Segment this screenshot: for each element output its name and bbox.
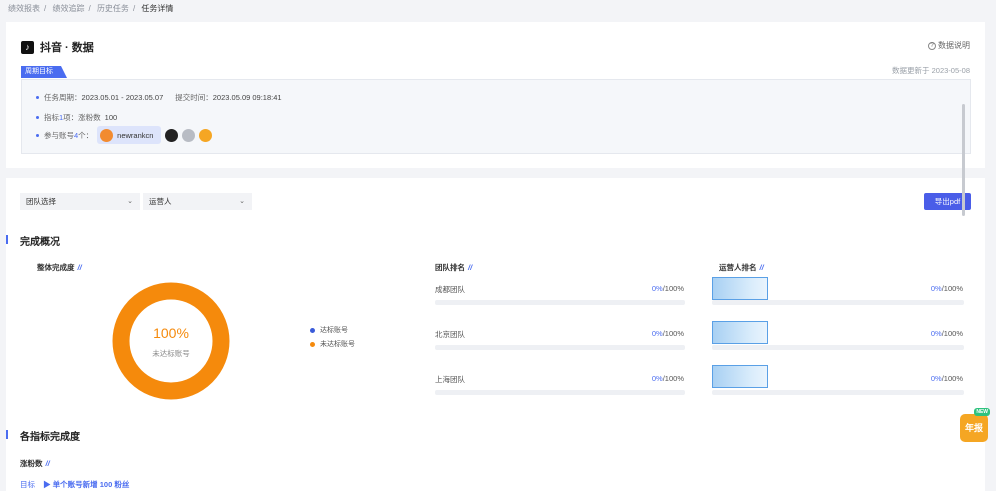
legend-item: 未达标账号: [310, 339, 355, 349]
task-summary-card: ♪ 抖音 · 数据 ? 数据说明 周期目标 数据更新于 2023-05-08 任…: [6, 22, 985, 168]
annual-report-badge[interactable]: 年报 NEW: [960, 408, 990, 442]
metric-goal: 目标 ▶ 单个账号新增 100 粉丝: [20, 480, 130, 489]
new-tag: NEW: [974, 408, 990, 416]
account-avatar[interactable]: [165, 128, 179, 142]
bullet-icon: [36, 96, 39, 99]
douyin-icon: ♪: [21, 40, 34, 54]
completion-donut: 100% 未达标账号: [112, 282, 230, 400]
chevron-down-icon: ⌄: [239, 198, 245, 205]
operator-rank-title: 运营人排名//: [719, 263, 764, 272]
legend-item: 达标账号: [310, 325, 348, 335]
team-name: 上海团队: [435, 375, 465, 384]
bullet-icon: [36, 116, 39, 119]
operator-avatar[interactable]: [712, 321, 768, 344]
account-avatar[interactable]: [199, 128, 213, 142]
period-tag: 周期目标: [21, 66, 67, 78]
team-name: 北京团队: [435, 330, 465, 339]
breadcrumb-current: 任务详情: [141, 4, 174, 13]
legend-dot: [310, 341, 315, 347]
donut-ring: [112, 282, 230, 400]
operator-progress-track: [712, 345, 964, 350]
update-time: 数据更新于 2023-05-08: [892, 66, 970, 75]
task-info-box: 任务周期： 2023.05.01 - 2023.05.07 提交时间： 2023…: [21, 79, 971, 154]
info-metric: 指标 1 项： 涨粉数 100: [36, 112, 117, 123]
team-name: 成都团队: [435, 285, 465, 294]
team-progress-track: [435, 300, 685, 305]
donut-caption: 未达标账号: [152, 348, 190, 358]
section-marker: [6, 235, 8, 244]
operator-progress-text: 0%/100%: [930, 284, 963, 293]
team-progress-text: 0%/100%: [651, 374, 684, 383]
overall-title: 整体完成度//: [37, 263, 82, 272]
operator-avatar[interactable]: [712, 365, 768, 388]
operator-progress-text: 0%/100%: [930, 374, 963, 383]
team-rank-title: 团队排名//: [435, 263, 473, 272]
donut-percent: 100%: [153, 325, 189, 341]
legend-dot: [310, 327, 315, 333]
breadcrumb-item[interactable]: 绩效报表: [8, 4, 40, 13]
team-progress-text: 0%/100%: [651, 284, 684, 293]
metric-title: 涨粉数//: [20, 459, 50, 468]
breadcrumb-item[interactable]: 绩效追踪: [52, 4, 84, 13]
team-progress-track: [435, 390, 685, 395]
breadcrumb-item[interactable]: 历史任务: [97, 4, 129, 13]
operator-progress-text: 0%/100%: [930, 329, 963, 338]
operator-progress-track: [712, 390, 964, 395]
account-avatar[interactable]: [182, 128, 196, 142]
overview-card: 团队选择 ⌄ 运营人 ⌄ 导出pdf 完成概况 整体完成度// 100% 未达标…: [6, 178, 985, 491]
info-period: 任务周期： 2023.05.01 - 2023.05.07 提交时间： 2023…: [36, 92, 282, 103]
data-help-link[interactable]: ? 数据说明: [928, 40, 970, 51]
operator-avatar[interactable]: [712, 277, 768, 300]
question-icon: ?: [928, 41, 936, 50]
team-progress-track: [435, 345, 685, 350]
section-title-overview: 完成概况: [20, 237, 60, 248]
section-marker: [6, 430, 8, 439]
info-accounts: 参与账号 4 个： newrankcn: [36, 126, 213, 144]
team-select[interactable]: 团队选择 ⌄: [20, 193, 140, 210]
team-progress-text: 0%/100%: [651, 329, 684, 338]
account-avatar: [100, 128, 114, 142]
scrollbar[interactable]: [962, 104, 965, 216]
operator-select[interactable]: 运营人 ⌄: [143, 193, 252, 210]
account-chip[interactable]: newrankcn: [97, 126, 162, 144]
breadcrumb: 绩效报表 / 绩效追踪 / 历史任务 / 任务详情: [8, 4, 174, 13]
bullet-icon: [36, 133, 39, 137]
page-title: 抖音 · 数据: [40, 42, 94, 54]
chevron-down-icon: ⌄: [127, 198, 133, 205]
operator-progress-track: [712, 300, 964, 305]
section-title-metrics: 各指标完成度: [20, 432, 80, 443]
